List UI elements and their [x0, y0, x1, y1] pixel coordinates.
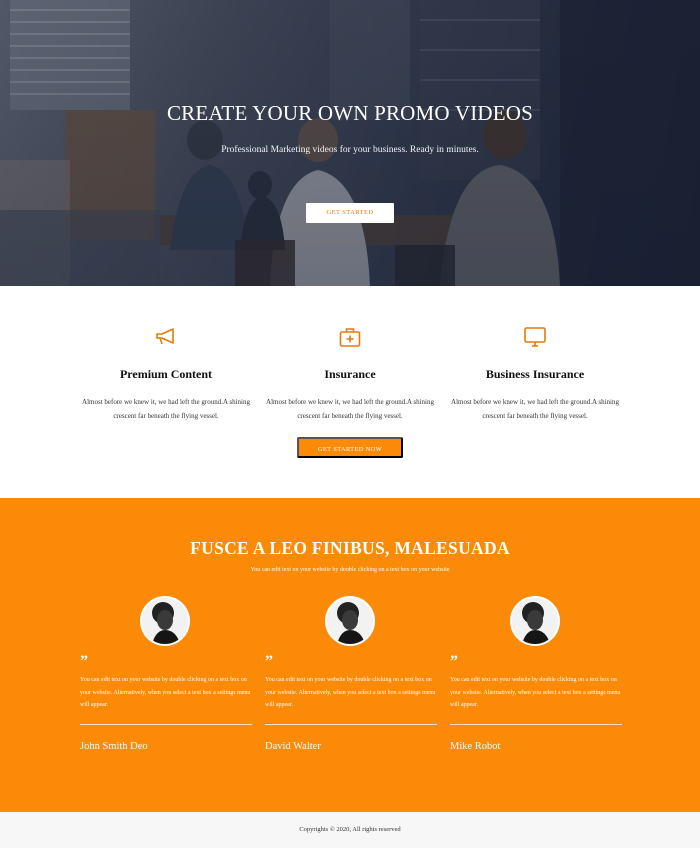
testimonial-card: ” You can edit text on your website by d…: [80, 596, 252, 752]
monitor-icon: [524, 327, 546, 347]
divider: [265, 723, 437, 725]
hero-subtitle: Professional Marketing videos for your b…: [221, 145, 479, 155]
hero-content: CREATE YOUR OWN PROMO VIDEOS Professiona…: [0, 0, 700, 286]
get-started-button[interactable]: GET STARTED: [306, 203, 394, 223]
testimonials-subtitle: You can edit text on your website by dou…: [250, 567, 450, 573]
copyright-text: Copyrights © 2020, All rights reserved: [299, 826, 401, 833]
testimonials-title: FUSCE A LEO FINIBUS, MALESUADA: [190, 538, 510, 558]
feature-insurance: Insurance Almost before we knew it, we h…: [250, 326, 450, 423]
testimonial-text: You can edit text on your website by dou…: [80, 677, 251, 708]
avatar-portrait: [142, 598, 188, 644]
feature-title: Insurance: [324, 367, 376, 381]
megaphone-icon: [156, 328, 174, 345]
feature-text: Almost before we knew it, we had left th…: [82, 398, 250, 420]
avatar-portrait: [512, 598, 558, 644]
feature-title: Business Insurance: [485, 367, 585, 381]
testimonial-text: You can edit text on your website by dou…: [450, 677, 621, 708]
avatar-portrait: [327, 598, 373, 644]
divider: [450, 723, 622, 725]
testimonial-author: John Smith Deo: [80, 740, 148, 752]
testimonial-card: ” You can edit text on your website by d…: [265, 596, 437, 752]
footer: Copyrights © 2020, All rights reserved: [0, 812, 700, 848]
feature-premium-content: Premium Content Almost before we knew it…: [66, 326, 266, 423]
quote-icon: ”: [80, 653, 88, 670]
testimonial-card: ” You can edit text on your website by d…: [450, 596, 622, 752]
avatar: [140, 596, 190, 646]
divider: [80, 723, 252, 725]
first-aid-kit-icon: [339, 328, 361, 347]
feature-text: Almost before we knew it, we had left th…: [266, 398, 434, 420]
avatar: [510, 596, 560, 646]
get-started-now-button[interactable]: GET STARTED NOW: [297, 437, 403, 458]
testimonial-text: You can edit text on your website by dou…: [265, 677, 436, 708]
features-section: Premium Content Almost before we knew it…: [0, 286, 700, 498]
quote-icon: ”: [450, 653, 458, 670]
hero-section: CREATE YOUR OWN PROMO VIDEOS Professiona…: [0, 0, 700, 286]
feature-business-insurance: Business Insurance Almost before we knew…: [435, 326, 635, 423]
hero-title: CREATE YOUR OWN PROMO VIDEOS: [166, 101, 534, 125]
testimonial-author: David Walter: [265, 740, 321, 752]
avatar: [325, 596, 375, 646]
quote-icon: ”: [265, 653, 273, 670]
feature-title: Premium Content: [119, 367, 213, 381]
testimonials-section: FUSCE A LEO FINIBUS, MALESUADA You can e…: [0, 498, 700, 812]
feature-text: Almost before we knew it, we had left th…: [451, 398, 619, 420]
testimonial-author: Mike Robot: [450, 740, 501, 752]
